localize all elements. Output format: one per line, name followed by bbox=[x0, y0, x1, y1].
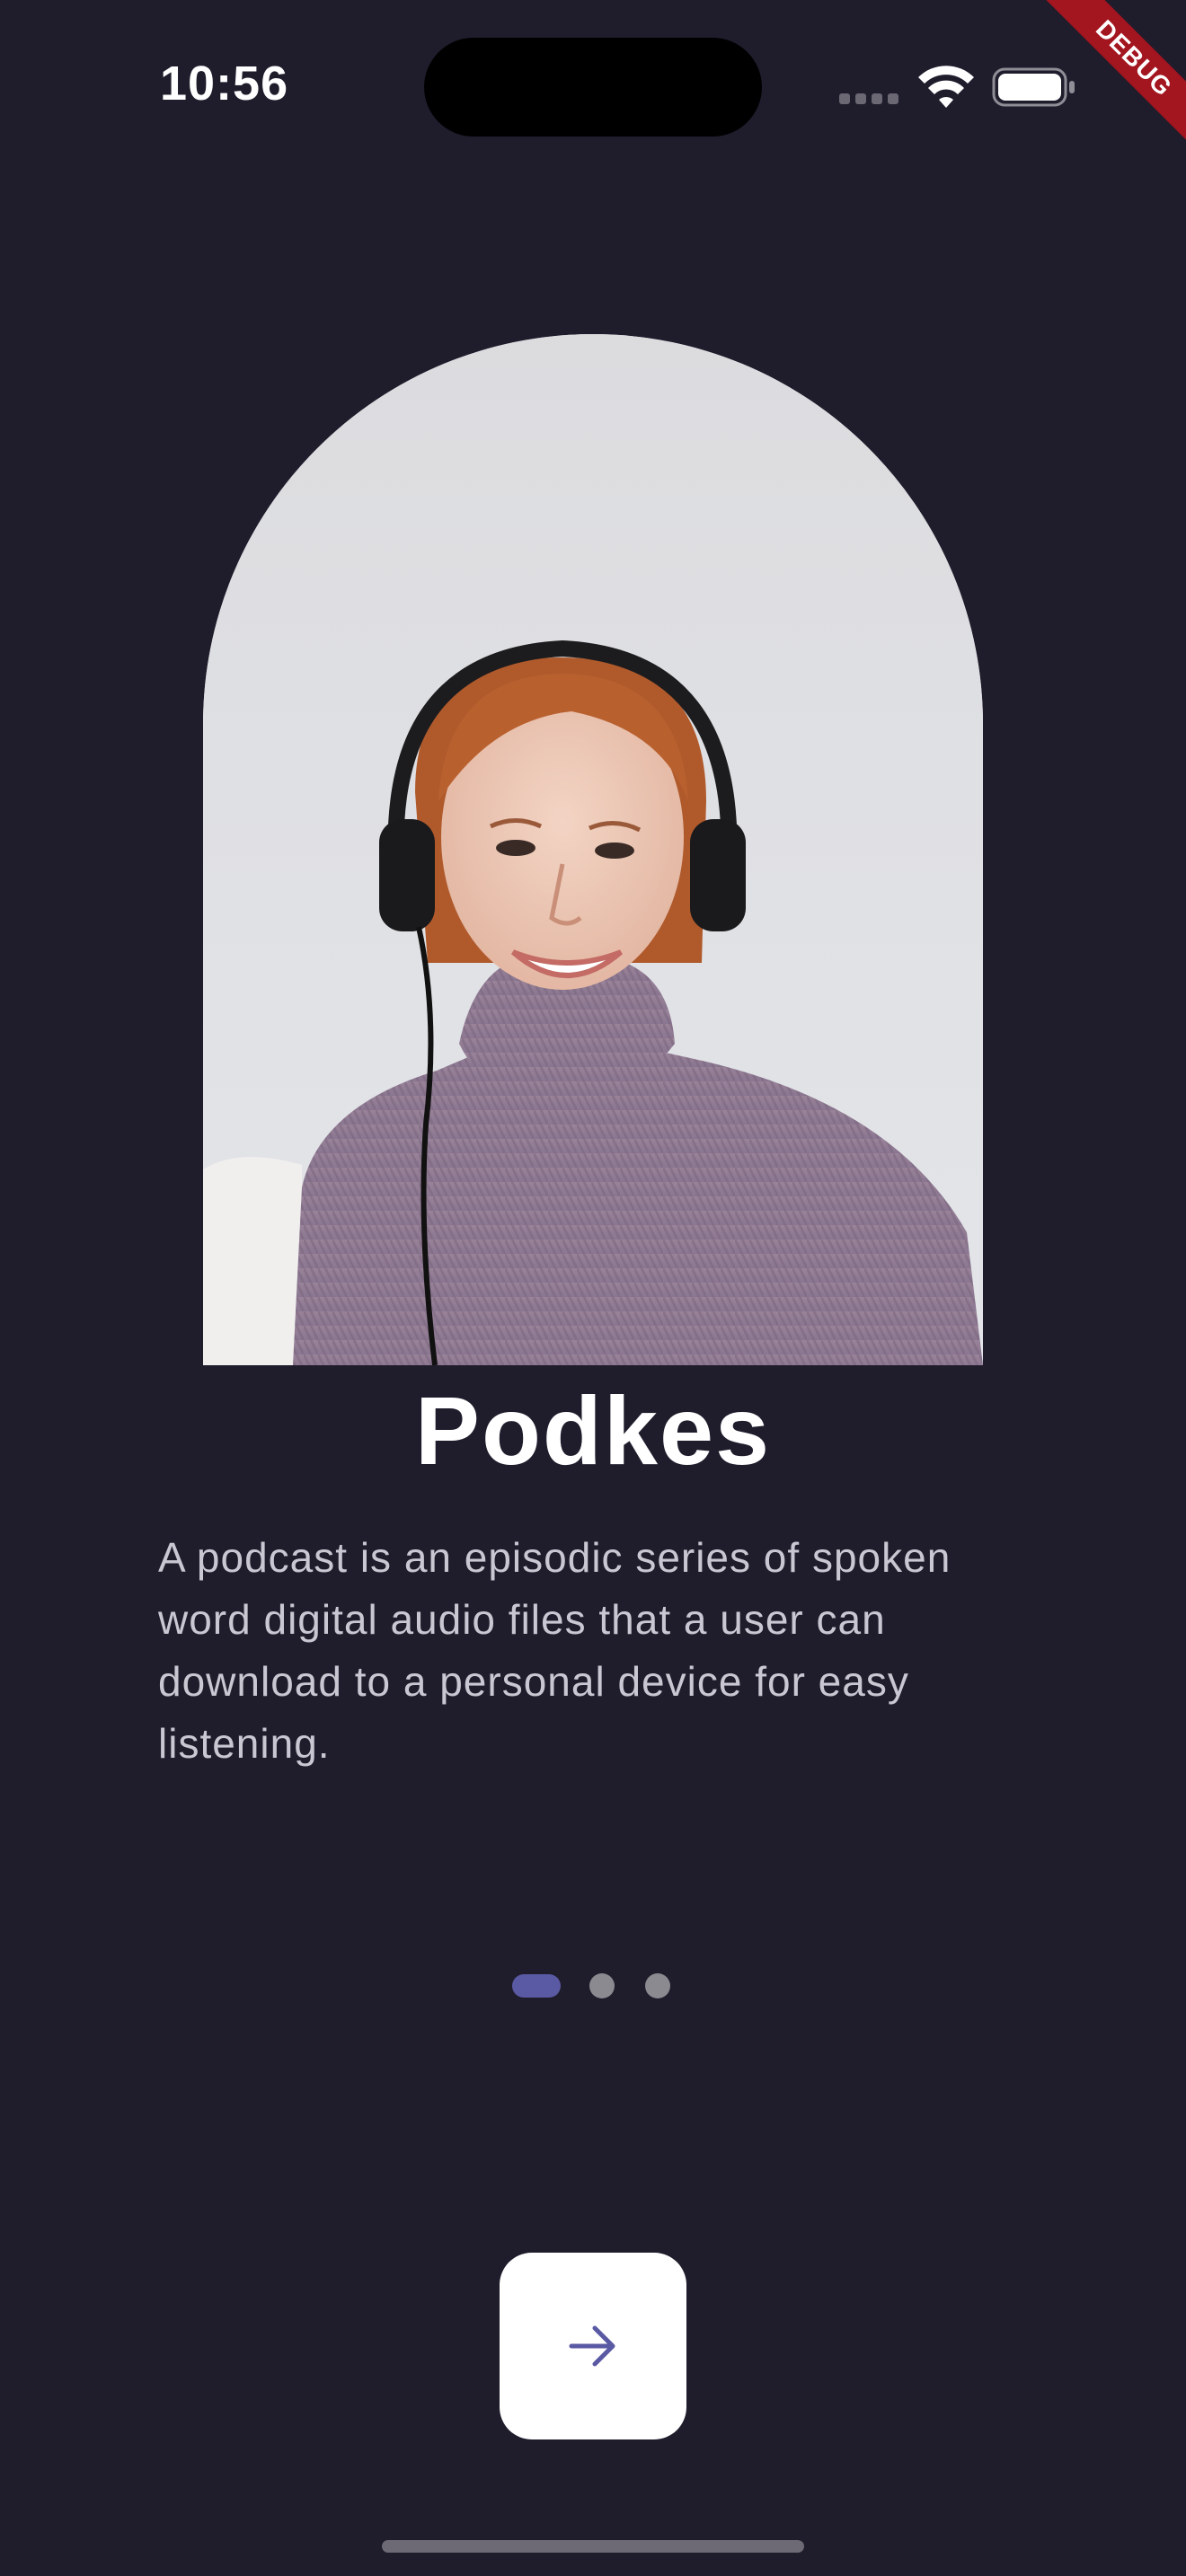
onboarding-screen: 10:56 DEBUG Podkes A podcast is an episo… bbox=[0, 0, 1186, 2576]
page-dot[interactable] bbox=[589, 1973, 615, 1998]
cellular-signal-icon bbox=[839, 93, 900, 106]
page-dot[interactable] bbox=[645, 1973, 670, 1998]
status-time: 10:56 bbox=[160, 57, 289, 110]
home-indicator[interactable] bbox=[382, 2540, 804, 2553]
next-button[interactable] bbox=[500, 2253, 686, 2439]
page-description: A podcast is an episodic series of spoke… bbox=[158, 1534, 951, 1767]
hero-image bbox=[203, 334, 983, 1365]
debug-label: DEBUG bbox=[1023, 0, 1186, 169]
page-indicator bbox=[512, 1972, 674, 1999]
arrow-right-icon bbox=[569, 2325, 615, 2367]
wifi-icon bbox=[918, 66, 974, 108]
podcast-listener-illustration bbox=[203, 334, 983, 1365]
page-title: Podkes bbox=[414, 1376, 772, 1485]
dynamic-island bbox=[424, 38, 762, 137]
page-dot-active[interactable] bbox=[512, 1974, 561, 1998]
debug-banner: DEBUG bbox=[1006, 0, 1186, 180]
